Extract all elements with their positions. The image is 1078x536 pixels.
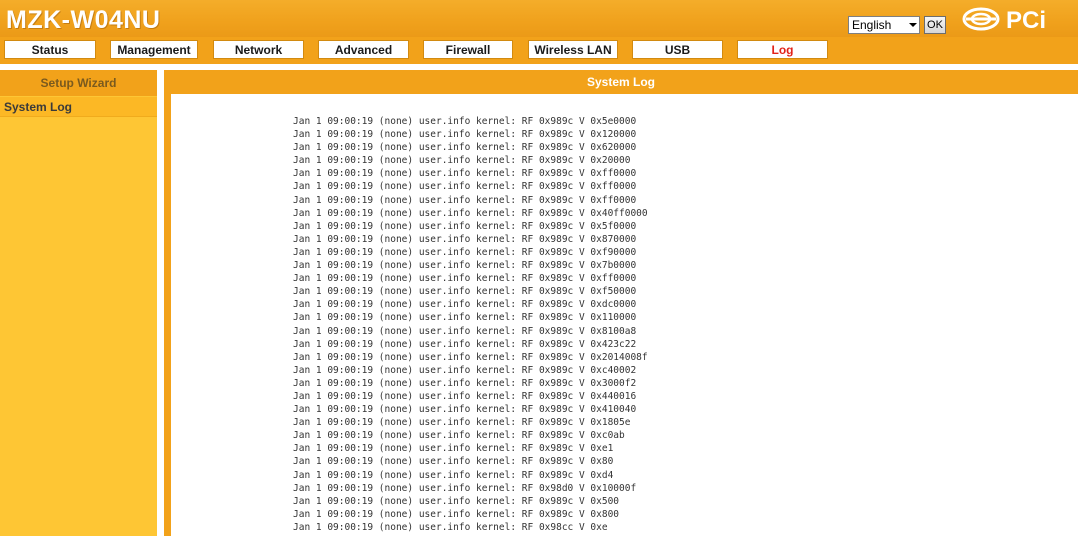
log-line: Jan 1 09:00:19 (none) user.info kernel: … — [293, 207, 648, 219]
ok-button[interactable]: OK — [924, 16, 946, 34]
log-line: Jan 1 09:00:19 (none) user.info kernel: … — [293, 364, 637, 376]
log-line: Jan 1 09:00:19 (none) user.info kernel: … — [293, 260, 637, 272]
chevron-down-icon — [909, 23, 917, 27]
nav-tab-log[interactable]: Log — [737, 40, 828, 59]
log-line: Jan 1 09:00:19 (none) user.info kernel: … — [293, 155, 631, 167]
log-line: Jan 1 09:00:19 (none) user.info kernel: … — [293, 116, 637, 127]
main-panel: System Log Jan 1 09:00:19 (none) user.in… — [164, 70, 1078, 536]
log-line: Jan 1 09:00:19 (none) user.info kernel: … — [293, 430, 625, 442]
log-line: Jan 1 09:00:19 (none) user.info kernel: … — [293, 286, 637, 298]
log-line: Jan 1 09:00:19 (none) user.info kernel: … — [293, 312, 637, 324]
log-line: Jan 1 09:00:19 (none) user.info kernel: … — [293, 377, 637, 389]
log-line: Jan 1 09:00:19 (none) user.info kernel: … — [293, 351, 648, 363]
log-line: Jan 1 09:00:19 (none) user.info kernel: … — [293, 390, 637, 402]
log-line: Jan 1 09:00:19 (none) user.info kernel: … — [293, 521, 608, 533]
log-line: Jan 1 09:00:19 (none) user.info kernel: … — [293, 338, 637, 350]
pci-logo-icon: PCi — [962, 7, 1046, 32]
log-line: Jan 1 09:00:19 (none) user.info kernel: … — [293, 508, 620, 520]
sidebar-item-setup-wizard[interactable]: Setup Wizard — [0, 70, 157, 96]
page-title: System Log — [586, 75, 655, 89]
language-selected-value: English — [852, 18, 892, 32]
sidebar: Setup Wizard System Log — [0, 70, 157, 536]
log-line: Jan 1 09:00:19 (none) user.info kernel: … — [293, 220, 637, 232]
language-select[interactable]: English — [848, 16, 920, 34]
log-line: Jan 1 09:00:19 (none) user.info kernel: … — [293, 181, 637, 193]
log-line: Jan 1 09:00:19 (none) user.info kernel: … — [293, 404, 637, 416]
nav-tab-usb[interactable]: USB — [632, 40, 723, 59]
log-line: Jan 1 09:00:19 (none) user.info kernel: … — [293, 495, 620, 507]
nav-tab-advanced[interactable]: Advanced — [318, 40, 409, 59]
sidebar-item-system-log[interactable]: System Log — [0, 97, 157, 117]
header: MZK-W04NU English OK PCi Status Manageme… — [0, 0, 1078, 64]
system-log-area[interactable]: Jan 1 09:00:19 (none) user.info kernel: … — [171, 94, 1078, 536]
log-list: Jan 1 09:00:19 (none) user.info kernel: … — [293, 115, 648, 534]
log-line: Jan 1 09:00:19 (none) user.info kernel: … — [293, 417, 631, 429]
log-line: Jan 1 09:00:19 (none) user.info kernel: … — [293, 325, 637, 337]
log-line: Jan 1 09:00:19 (none) user.info kernel: … — [293, 482, 637, 494]
log-line: Jan 1 09:00:19 (none) user.info kernel: … — [293, 443, 614, 455]
log-line: Jan 1 09:00:19 (none) user.info kernel: … — [293, 142, 637, 154]
nav-tab-firewall[interactable]: Firewall — [423, 40, 513, 59]
nav-tab-management[interactable]: Management — [110, 40, 198, 59]
nav-tab-wireless-lan[interactable]: Wireless LAN — [528, 40, 618, 59]
log-line: Jan 1 09:00:19 (none) user.info kernel: … — [293, 299, 637, 311]
nav-tab-network[interactable]: Network — [213, 40, 304, 59]
nav-tab-status[interactable]: Status — [4, 40, 96, 59]
log-line: Jan 1 09:00:19 (none) user.info kernel: … — [293, 129, 637, 141]
log-line: Jan 1 09:00:19 (none) user.info kernel: … — [293, 273, 637, 285]
log-line: Jan 1 09:00:19 (none) user.info kernel: … — [293, 469, 614, 481]
log-line: Jan 1 09:00:19 (none) user.info kernel: … — [293, 456, 614, 468]
logo-text: PCi — [1006, 7, 1046, 32]
log-line: Jan 1 09:00:19 (none) user.info kernel: … — [293, 233, 637, 245]
log-line: Jan 1 09:00:19 (none) user.info kernel: … — [293, 194, 637, 206]
log-line: Jan 1 09:00:19 (none) user.info kernel: … — [293, 246, 637, 258]
device-model-title: MZK-W04NU — [6, 6, 161, 34]
log-line: Jan 1 09:00:19 (none) user.info kernel: … — [293, 168, 637, 180]
